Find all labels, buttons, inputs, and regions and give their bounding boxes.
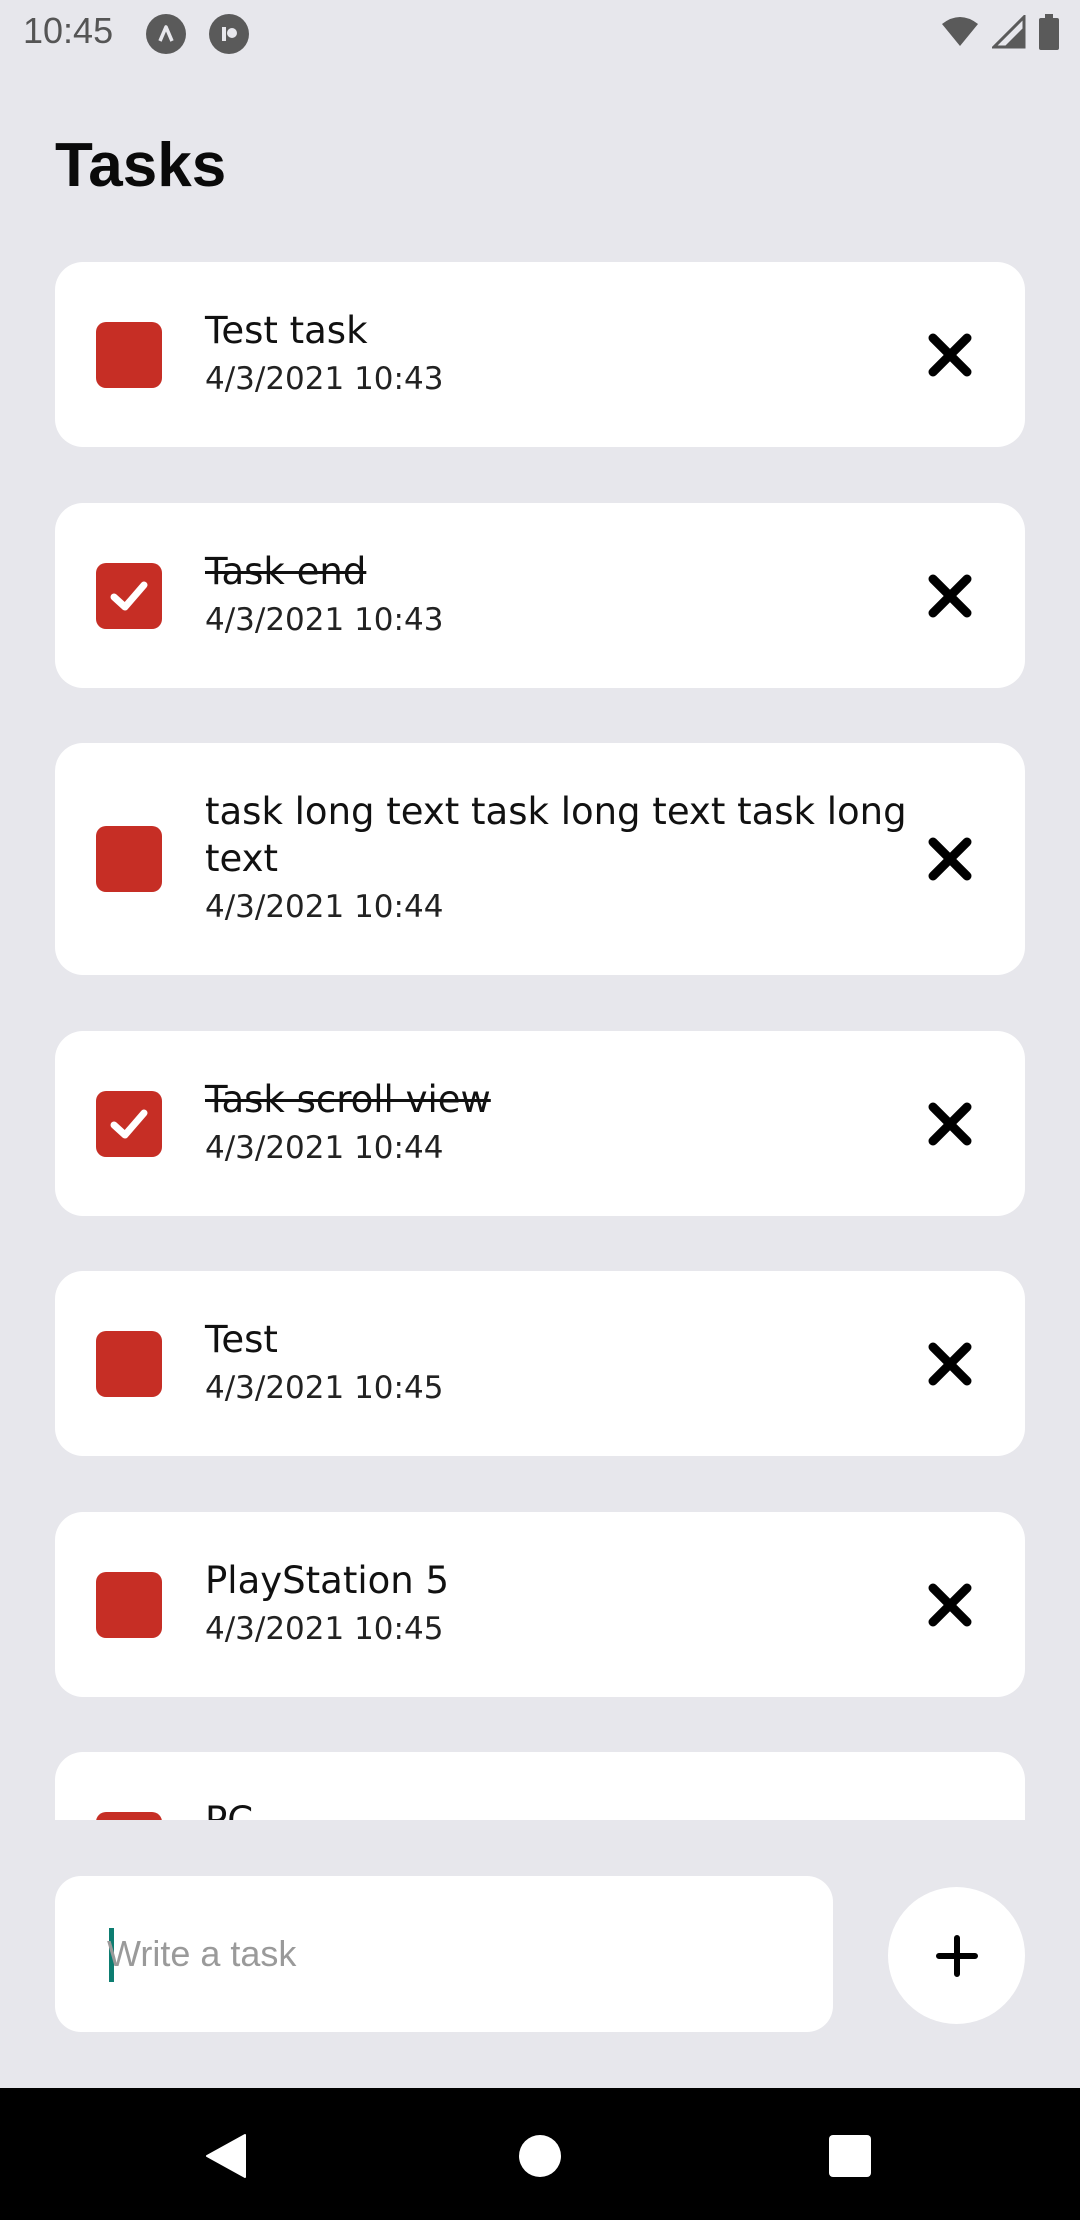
task-text: Test task 4/3/2021 10:43 (205, 307, 955, 400)
task-date: 4/3/2021 10:43 (205, 361, 444, 397)
page-title: Tasks (55, 131, 227, 200)
status-icons (940, 13, 1060, 54)
close-icon (928, 1583, 972, 1627)
wifi-icon (940, 16, 980, 52)
app-notification-icon-a (146, 14, 186, 54)
back-icon (206, 2134, 246, 2178)
home-button[interactable] (512, 2128, 568, 2184)
close-icon (928, 574, 972, 618)
add-task-button[interactable] (888, 1887, 1025, 2024)
app-screen: 10:45 Tasks Test task 4/3/2021 10:43 Tas… (0, 0, 1080, 2220)
task-checkbox[interactable] (96, 322, 162, 388)
task-checkbox[interactable] (96, 1812, 162, 1820)
battery-icon (1038, 14, 1060, 54)
task-title: Task end (205, 550, 367, 593)
close-icon (928, 837, 972, 881)
task-checkbox[interactable] (96, 826, 162, 892)
status-time: 10:45 (23, 10, 114, 51)
task-date: 4/3/2021 10:43 (205, 602, 444, 638)
status-bar: 10:45 (0, 0, 1080, 70)
plus-icon (935, 1934, 978, 1977)
task-card: Test task 4/3/2021 10:43 (55, 262, 1025, 447)
delete-task-button[interactable] (915, 320, 985, 390)
task-card: task long text task long text task long … (55, 743, 1025, 975)
task-title: PlayStation 5 (205, 1559, 450, 1602)
navigation-bar (0, 2088, 1080, 2220)
home-icon (519, 2135, 561, 2177)
task-title: Test (205, 1318, 278, 1361)
recents-button[interactable] (822, 2128, 878, 2184)
delete-task-button[interactable] (915, 824, 985, 894)
delete-task-button[interactable] (915, 1570, 985, 1640)
close-icon (928, 1102, 972, 1146)
task-input[interactable] (107, 1926, 807, 1982)
task-title: PC (205, 1797, 955, 1820)
delete-task-button[interactable] (915, 1329, 985, 1399)
task-card: Test 4/3/2021 10:45 (55, 1271, 1025, 1456)
task-date: 4/3/2021 10:44 (205, 1130, 444, 1166)
task-text: PlayStation 5 4/3/2021 10:45 (205, 1557, 955, 1650)
task-text: PC (205, 1797, 955, 1820)
task-title: Test task (205, 309, 368, 352)
task-text: Task end 4/3/2021 10:43 (205, 548, 955, 641)
task-card: PlayStation 5 4/3/2021 10:45 (55, 1512, 1025, 1697)
close-icon (928, 1342, 972, 1386)
back-button[interactable] (198, 2128, 254, 2184)
task-text: Task scroll view 4/3/2021 10:44 (205, 1076, 955, 1169)
task-card: Task scroll view 4/3/2021 10:44 (55, 1031, 1025, 1216)
task-card: Task end 4/3/2021 10:43 (55, 503, 1025, 688)
task-checkbox[interactable] (96, 1091, 162, 1157)
task-list[interactable]: Test task 4/3/2021 10:43 Task end 4/3/20… (0, 262, 1080, 1820)
task-title: task long text task long text task long … (205, 790, 907, 880)
task-date: 4/3/2021 10:44 (205, 889, 444, 925)
task-text: task long text task long text task long … (205, 788, 955, 928)
app-notification-icon-b (209, 14, 249, 54)
delete-task-button[interactable] (915, 1089, 985, 1159)
task-input-container (55, 1876, 833, 2032)
task-checkbox[interactable] (96, 1572, 162, 1638)
checkmark-icon (110, 581, 148, 611)
recents-icon (829, 2135, 871, 2177)
close-icon (928, 333, 972, 377)
task-checkbox[interactable] (96, 563, 162, 629)
task-title: Task scroll view (205, 1078, 491, 1121)
delete-task-button[interactable] (915, 561, 985, 631)
checkmark-icon (110, 1109, 148, 1139)
task-date: 4/3/2021 10:45 (205, 1370, 444, 1406)
task-text: Test 4/3/2021 10:45 (205, 1316, 955, 1409)
task-checkbox[interactable] (96, 1331, 162, 1397)
task-date: 4/3/2021 10:45 (205, 1611, 444, 1647)
task-card: PC (55, 1752, 1025, 1820)
cellular-signal-icon (990, 13, 1026, 53)
